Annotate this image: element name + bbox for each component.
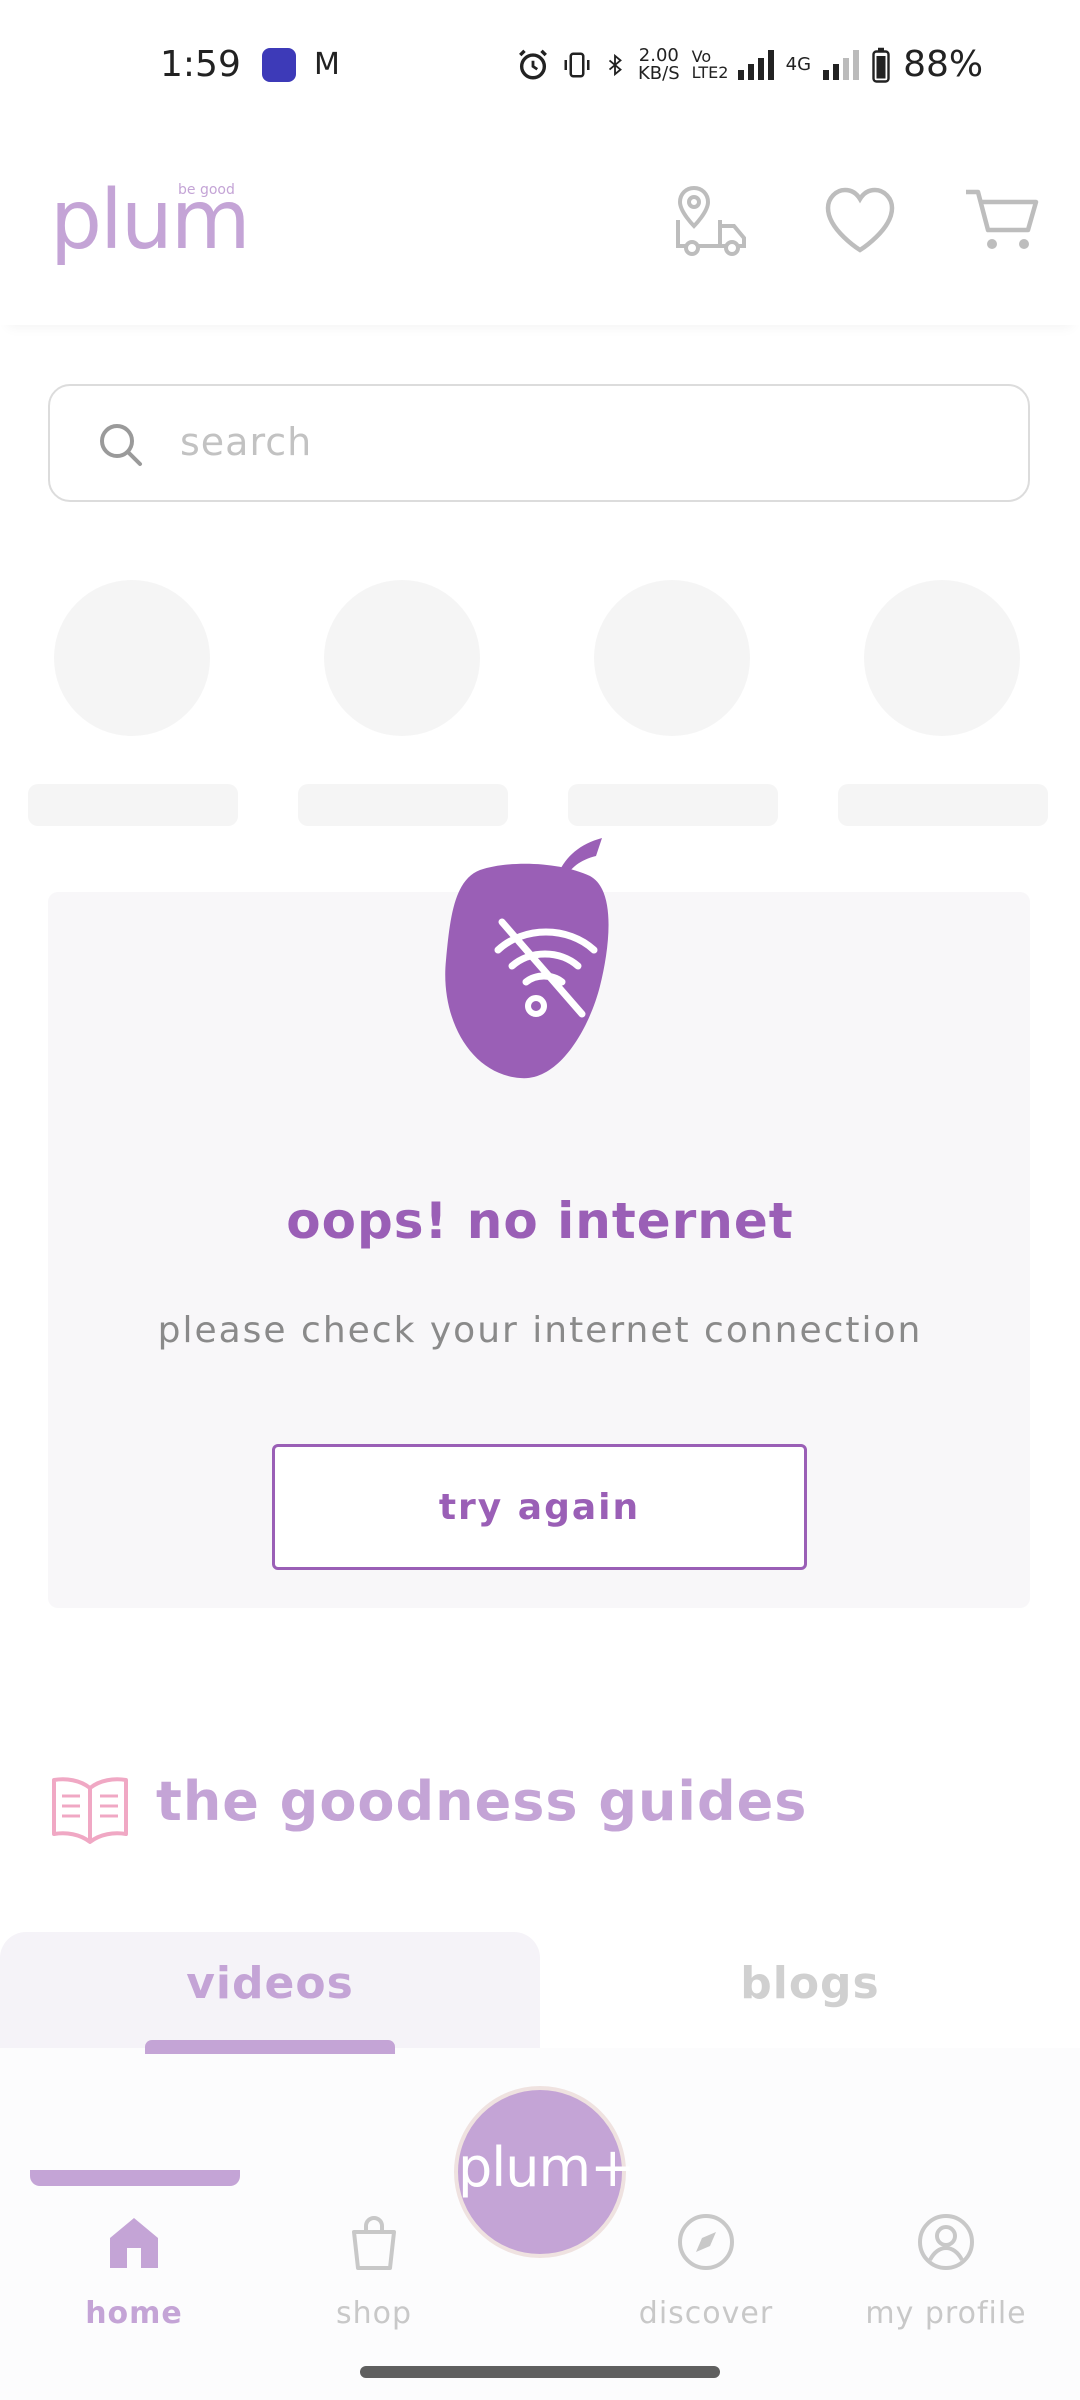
profile-icon — [918, 2214, 974, 2270]
category-label-placeholder — [28, 784, 238, 826]
plum-plus-label: plum+ — [458, 2136, 635, 2199]
section-title: the goodness guides — [156, 1770, 808, 1833]
category-placeholder — [864, 580, 1020, 736]
app-header: plum be good — [0, 130, 1080, 325]
alarm-icon — [519, 49, 547, 79]
shopping-bag-icon — [352, 2216, 396, 2270]
bluetooth-icon — [608, 53, 622, 76]
system-status-icons: 2.00 KB/S Vo LTE2 4G 88% — [516, 44, 983, 85]
nav-item-home[interactable]: home — [24, 2210, 244, 2350]
volte-indicator: Vo LTE2 — [691, 46, 729, 82]
tab-videos[interactable]: videos — [0, 1958, 540, 2009]
try-again-button[interactable]: try again — [272, 1444, 807, 1570]
nav-item-discover[interactable]: discover — [596, 2210, 816, 2350]
notification-icons: M — [262, 48, 340, 82]
cart-icon[interactable] — [962, 180, 1042, 260]
compass-icon — [678, 2214, 734, 2270]
error-title: oops! no internet — [286, 1192, 794, 1250]
game-app-icon — [262, 48, 296, 82]
search-placeholder: search — [180, 420, 313, 464]
error-subtitle: please check your internet connection — [157, 1310, 923, 1351]
gesture-home-bar[interactable] — [360, 2366, 720, 2378]
vibrate-icon — [564, 52, 590, 77]
nav-item-my-profile[interactable]: my profile — [836, 2210, 1056, 2350]
plum-no-wifi-icon — [445, 838, 609, 1079]
home-icon — [110, 2218, 158, 2268]
active-tab-indicator — [145, 2040, 395, 2054]
tab-blogs[interactable]: blogs — [540, 1958, 1080, 2009]
category-placeholder — [594, 580, 750, 736]
open-book-icon — [52, 1777, 128, 1844]
status-bar: 1:59 M 2.00 KB/S Vo LTE2 4G 88% — [0, 0, 1080, 130]
battery-icon — [872, 47, 890, 83]
search-input[interactable]: search — [48, 384, 1030, 502]
status-time: 1:59 — [160, 44, 241, 85]
nav-label-shop: shop — [335, 2296, 413, 2331]
delivery-truck-icon[interactable] — [672, 180, 752, 260]
category-placeholder — [324, 580, 480, 736]
gmail-icon: M — [314, 47, 340, 82]
signal-strength-icon — [737, 49, 774, 80]
nav-item-shop[interactable]: shop — [264, 2210, 484, 2350]
plum-logo[interactable]: plum be good — [50, 176, 260, 266]
nav-label-discover: discover — [638, 2296, 774, 2331]
signal-strength-2-icon — [823, 49, 860, 80]
logo-tagline: be good — [178, 182, 235, 198]
heart-icon[interactable] — [820, 180, 900, 260]
nav-label-my-profile: my profile — [865, 2296, 1027, 2331]
network-type: 4G — [785, 54, 812, 75]
nav-active-indicator — [30, 2170, 240, 2186]
category-label-placeholder — [838, 784, 1048, 826]
category-placeholder — [54, 580, 210, 736]
nav-label-home: home — [85, 2296, 183, 2331]
search-icon — [100, 424, 142, 466]
battery-percent: 88% — [903, 44, 984, 85]
net-speed: 2.00 KB/S — [638, 44, 680, 84]
